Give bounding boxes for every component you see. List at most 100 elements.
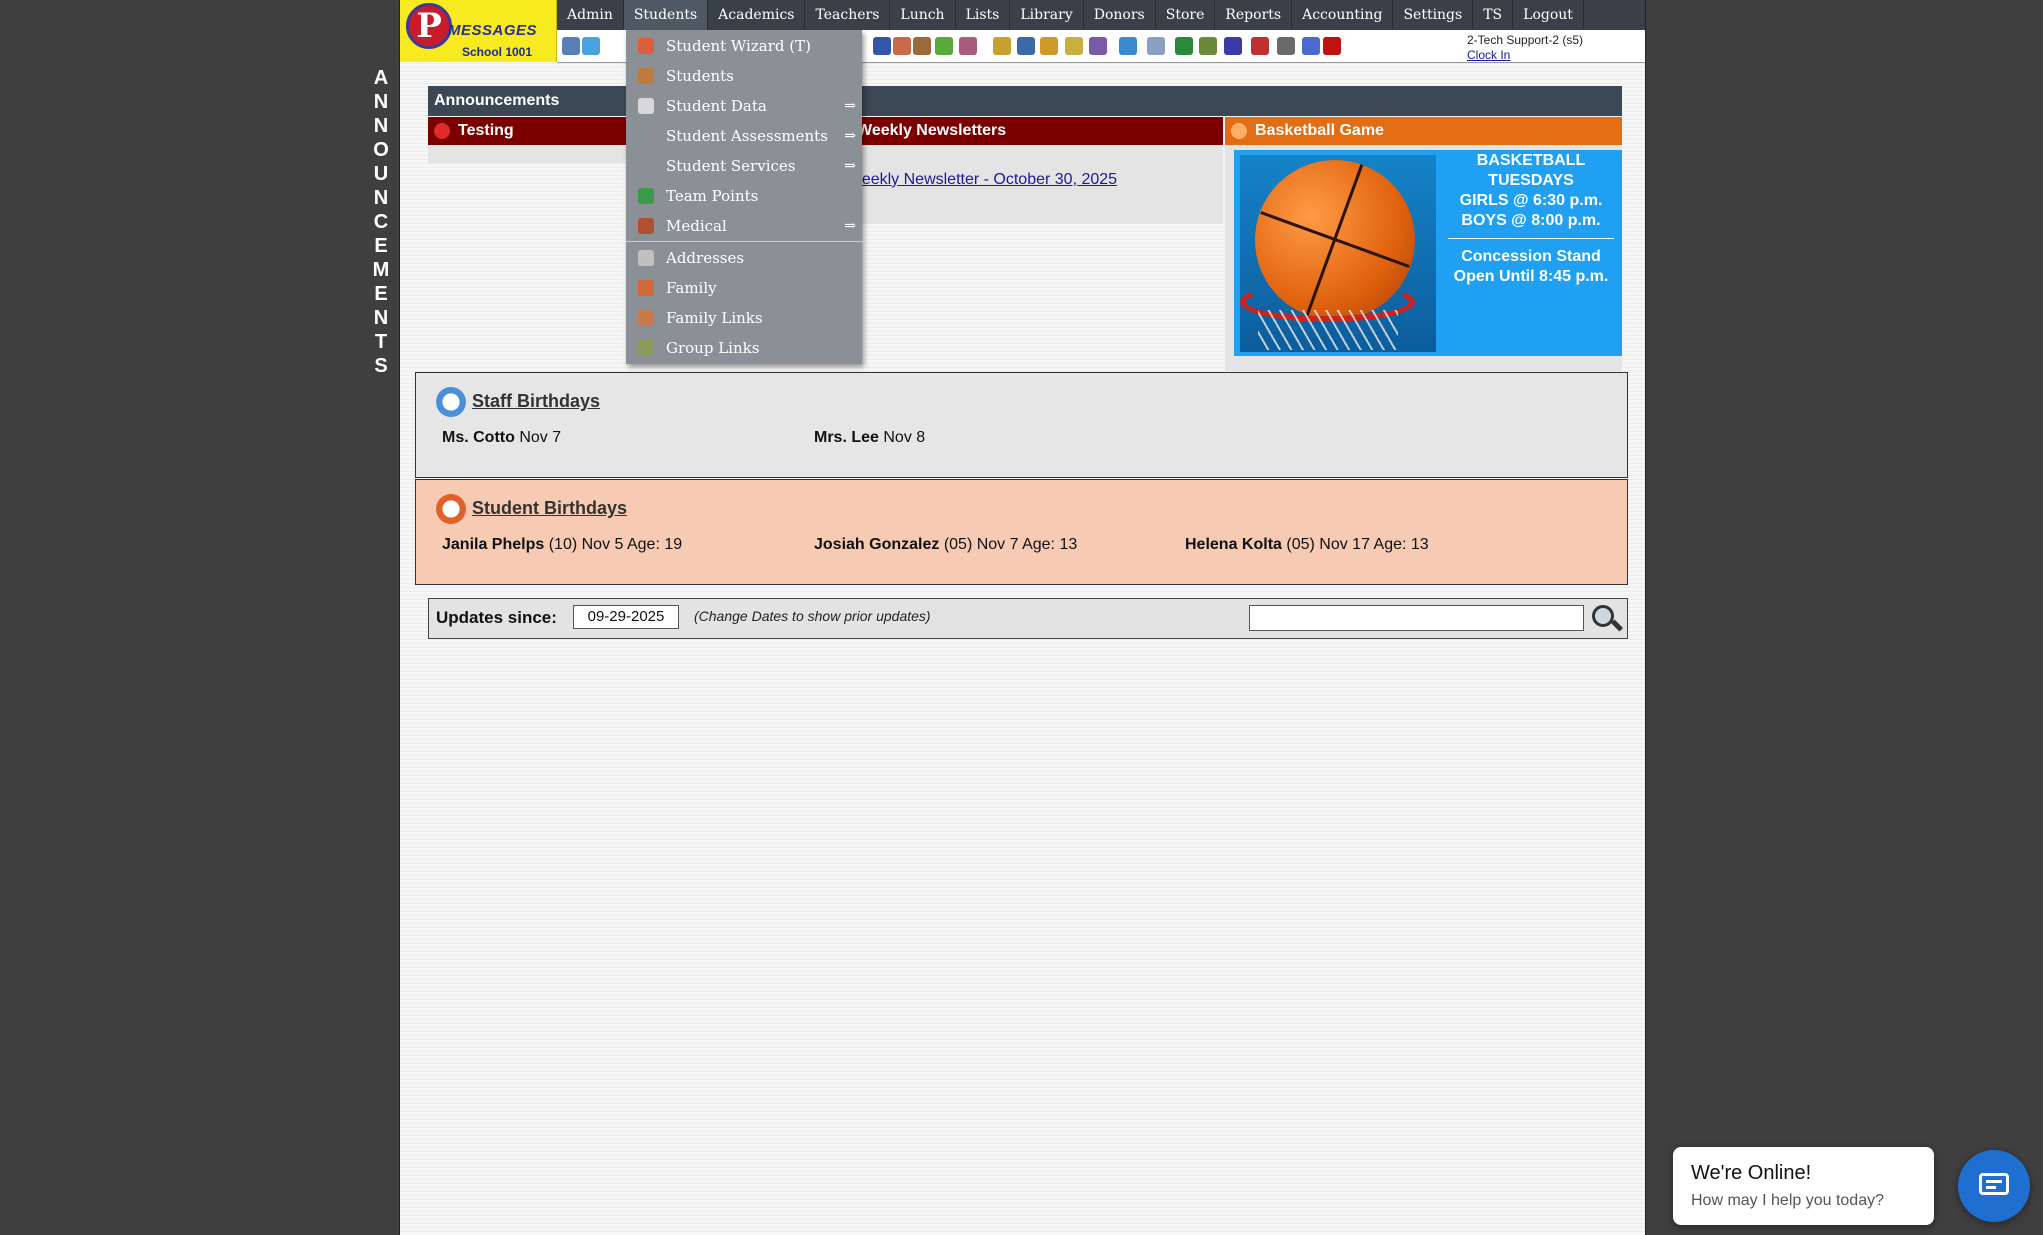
medical-icon (638, 218, 654, 234)
chat-icon-line (1986, 1180, 2002, 1183)
menu-item-student-services[interactable]: Student Services ⇒ (626, 151, 862, 181)
flyer-line: BOYS @ 8:00 p.m. (1461, 212, 1601, 229)
birthday-detail: (05) Nov 7 Age: 13 (943, 536, 1078, 553)
menu-teachers[interactable]: Teachers (805, 0, 891, 30)
menu-item-group-links[interactable]: Group Links (626, 333, 862, 363)
family-icon (638, 280, 654, 296)
mail-icon[interactable] (1065, 37, 1083, 55)
menu-admin[interactable]: Admin (557, 0, 624, 30)
updates-date-input[interactable]: 09-29-2025 (573, 605, 679, 629)
search-icon[interactable] (562, 37, 580, 55)
birthday-entry: Josiah Gonzalez (05) Nov 7 Age: 13 (814, 536, 1077, 554)
menu-library[interactable]: Library (1010, 0, 1084, 30)
announcements-header: Announcements (428, 86, 1622, 116)
birthday-name: Ms. Cotto (442, 429, 515, 446)
students-dropdown-menu: Student Wizard (T) Students Student Data ⇒ S… (626, 30, 862, 364)
address-card-icon (638, 250, 654, 266)
team-icon (638, 188, 654, 204)
birthday-name: Josiah Gonzalez (814, 536, 940, 553)
menu-item-students[interactable]: Students (626, 61, 862, 91)
menu-logout[interactable]: Logout (1513, 0, 1584, 30)
birthday-detail: (10) Nov 5 Age: 19 (548, 536, 683, 553)
staff-birthdays-section: Staff Birthdays Ms. Cotto Nov 7 Mrs. Lee… (415, 372, 1628, 478)
updates-bar: Updates since: 09-29-2025 (Change Dates … (428, 598, 1628, 639)
help-icon[interactable] (1302, 37, 1320, 55)
menu-students[interactable]: Students (623, 0, 709, 30)
menu-reports[interactable]: Reports (1215, 0, 1293, 30)
birthday-entry: Ms. Cotto Nov 7 (442, 429, 561, 447)
menu-lists[interactable]: Lists (956, 0, 1011, 30)
broom-icon[interactable] (1040, 37, 1058, 55)
printer-icon[interactable] (1199, 37, 1217, 55)
chat-button[interactable] (1958, 1150, 2030, 1222)
menu-item-student-assessments[interactable]: Student Assessments ⇒ (626, 121, 862, 151)
clock-icon[interactable] (1119, 37, 1137, 55)
birthday-detail: Nov 8 (883, 429, 926, 446)
menu-store[interactable]: Store (1156, 0, 1216, 30)
table-icon[interactable] (1147, 37, 1165, 55)
menu-lunch[interactable]: Lunch (890, 0, 956, 30)
lunch-icon[interactable] (993, 37, 1011, 55)
group-links-icon (638, 340, 654, 356)
menu-accounting[interactable]: Accounting (1292, 0, 1394, 30)
ticket-icon[interactable] (1175, 37, 1193, 55)
search-input[interactable] (1249, 605, 1584, 631)
menu-donors[interactable]: Donors (1084, 0, 1156, 30)
menu-item-label: Group Links (666, 339, 760, 357)
clock-in-link[interactable]: Clock In (1467, 48, 1583, 62)
newsletters-panel-header[interactable]: Weekly Newsletters (827, 117, 1223, 145)
user-info: 2-Tech Support-2 (s5) Clock In (1467, 33, 1583, 62)
menu-item-student-data[interactable]: Student Data ⇒ (626, 91, 862, 121)
student-icon[interactable] (893, 37, 911, 55)
student-alt-icon[interactable] (913, 37, 931, 55)
side-letter: S (374, 355, 388, 377)
student-birthdays-label: Student Birthdays (472, 498, 628, 518)
chat-bubble[interactable]: We're Online! How may I help you today? (1673, 1147, 1934, 1225)
money-icon[interactable] (935, 37, 953, 55)
menu-item-label: Family (666, 279, 717, 297)
side-letter: N (373, 91, 389, 113)
flyer-line: TUESDAYS (1488, 172, 1574, 189)
menu-academics[interactable]: Academics (708, 0, 806, 30)
at-icon[interactable] (873, 37, 891, 55)
staff-birthdays-label: Staff Birthdays (472, 391, 601, 411)
search-button[interactable] (1590, 603, 1624, 635)
birthday-name: Janila Phelps (442, 536, 545, 553)
teacher-icon[interactable] (1089, 37, 1107, 55)
side-announcements-label: ANNOUNCEMENTS (372, 66, 390, 378)
power-icon[interactable] (1323, 37, 1341, 55)
side-letter: T (374, 331, 388, 353)
newsletter-link[interactable]: Weekly Newsletter - October 30, 2025 (847, 171, 1117, 189)
menu-settings[interactable]: Settings (1393, 0, 1474, 30)
calendar-icon[interactable] (582, 37, 600, 55)
family-links-icon (638, 310, 654, 326)
menu-separator (626, 241, 862, 242)
menu-item-team-points[interactable]: Team Points (626, 181, 862, 211)
student-icon (638, 68, 654, 84)
menu-item-family-links[interactable]: Family Links (626, 303, 862, 333)
cake-icon (436, 387, 466, 417)
student-birthdays-title[interactable]: Student Birthdays (436, 494, 628, 524)
logo-school: School 1001 (462, 45, 533, 59)
staff-birthdays-title[interactable]: Staff Birthdays (436, 387, 601, 417)
menu-item-medical[interactable]: Medical ⇒ (626, 211, 862, 241)
family-icon[interactable] (959, 37, 977, 55)
flyer-line: GIRLS @ 6:30 p.m. (1459, 192, 1603, 209)
side-letter: N (373, 115, 389, 137)
book-icon[interactable] (1017, 37, 1035, 55)
menu-item-student-wizard-t[interactable]: Student Wizard (T) (626, 31, 862, 61)
side-letter: M (372, 259, 390, 281)
top-menu: Admin Students Academics Teachers Lunch Lists… (557, 0, 1645, 30)
stack-icon[interactable] (1277, 37, 1295, 55)
ap-icon[interactable] (1224, 37, 1242, 55)
side-letter: C (373, 211, 389, 233)
menu-item-label: Addresses (666, 249, 745, 267)
menu-item-family[interactable]: Family (626, 273, 862, 303)
logo-brand: MESSAGES (448, 22, 538, 39)
menu-ts[interactable]: TS (1473, 0, 1514, 30)
pdf-icon[interactable] (1251, 37, 1269, 55)
basketball-panel-header[interactable]: Basketball Game (1225, 117, 1622, 145)
logo[interactable]: P MESSAGES School 1001 (400, 0, 557, 62)
chat-icon (1979, 1173, 2009, 1195)
menu-item-addresses[interactable]: Addresses (626, 243, 862, 273)
